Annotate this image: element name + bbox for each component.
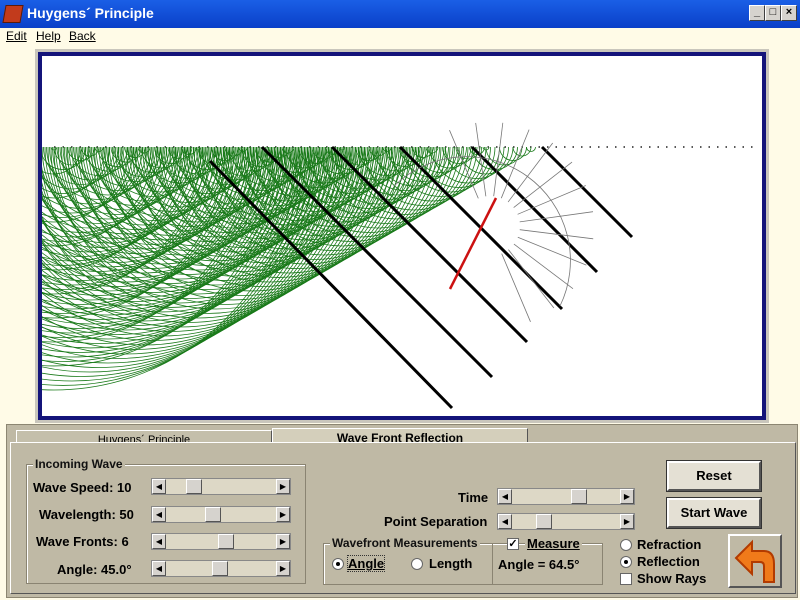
wave-speed-slider-thumb[interactable] [186,479,203,494]
angle-slider-right-arrow[interactable]: ▶ [276,561,290,576]
wavefront-line [540,145,634,239]
wave-speed-slider[interactable]: ◀ ▶ [151,478,291,495]
close-button[interactable]: × [781,5,797,21]
show-rays-checkbox[interactable] [620,573,632,585]
maximize-button[interactable]: □ [765,5,781,21]
back-arrow-icon [734,539,775,583]
angle-option-label[interactable]: Angle [346,555,386,572]
protractor-tick [519,211,594,223]
time-slider[interactable]: ◀ ▶ [497,488,635,505]
wave-fronts-slider[interactable]: ◀ ▶ [151,533,291,550]
wavefront-measurements-legend: Wavefront Measurements [330,536,480,550]
time-slider-left-arrow[interactable]: ◀ [498,489,512,504]
menu-help-label: Help [36,29,61,43]
protractor-tick [513,243,574,290]
point-separation-slider-left-arrow[interactable]: ◀ [498,514,512,529]
angle-label: Angle: 45.0° [57,562,132,577]
measurements-divider [492,544,493,584]
menu-bar: Edit Help Back [0,28,800,46]
wave-speed-slider-left-arrow[interactable]: ◀ [152,479,166,494]
back-arrow-button[interactable] [728,534,782,588]
protractor-tick [508,249,555,309]
measure-label[interactable]: Measure [525,536,582,551]
show-rays-label[interactable]: Show Rays [637,571,706,586]
protractor-tick [449,130,479,199]
wave-fronts-slider-right-arrow[interactable]: ▶ [276,534,290,549]
wave-fronts-slider-left-arrow[interactable]: ◀ [152,534,166,549]
wave-speed-label: Wave Speed: 10 [33,480,132,495]
menu-edit-label: Edit [6,29,27,43]
time-slider-thumb[interactable] [571,489,588,504]
protractor-tick [513,161,573,208]
angle-slider-thumb[interactable] [212,561,228,576]
measurement-ray [448,197,498,290]
protractor-tick [517,185,586,215]
angle-slider[interactable]: ◀ ▶ [151,560,291,577]
angle-readout: Angle = 64.5° [498,557,580,572]
minimize-button[interactable]: _ [749,5,765,21]
wavelength-slider-right-arrow[interactable]: ▶ [276,507,290,522]
measure-checkbox[interactable]: ✓ [507,538,519,550]
time-label: Time [458,490,489,505]
menu-help[interactable]: Help [36,29,61,43]
point-separation-slider[interactable]: ◀ ▶ [497,513,635,530]
length-option-label[interactable]: Length [429,556,472,571]
refraction-label[interactable]: Refraction [637,537,701,552]
wave-fronts-label: Wave Fronts: 6 [36,534,129,549]
length-radio[interactable] [411,558,423,570]
wavelength-label: Wavelength: 50 [39,507,134,522]
start-wave-button[interactable]: Start Wave [666,497,762,529]
reflection-label[interactable]: Reflection [637,554,700,569]
wave-fronts-slider-thumb[interactable] [217,534,234,549]
menu-edit[interactable]: Edit [6,29,27,43]
reset-button[interactable]: Reset [666,460,762,492]
point-separation-slider-thumb[interactable] [536,514,553,529]
window-title: Huygens´ Principle [27,5,154,21]
wave-simulation [0,122,754,410]
wavelength-slider-left-arrow[interactable]: ◀ [152,507,166,522]
angle-radio[interactable] [332,558,344,570]
title-bar: Huygens´ Principle _ □ × [0,0,800,28]
incoming-wave-legend: Incoming Wave [33,457,125,471]
wave-speed-slider-right-arrow[interactable]: ▶ [276,479,290,494]
wavelength-slider[interactable]: ◀ ▶ [151,506,291,523]
menu-back-label: Back [69,29,96,43]
time-slider-right-arrow[interactable]: ▶ [620,489,634,504]
point-separation-slider-right-arrow[interactable]: ▶ [620,514,634,529]
angle-slider-left-arrow[interactable]: ◀ [152,561,166,576]
refraction-radio[interactable] [620,539,632,551]
menu-back[interactable]: Back [69,29,96,43]
wavelength-slider-thumb[interactable] [204,507,221,522]
point-separation-label: Point Separation [384,514,488,529]
reflection-radio[interactable] [620,556,632,568]
app-icon [2,5,24,23]
simulation-canvas[interactable] [0,49,769,423]
